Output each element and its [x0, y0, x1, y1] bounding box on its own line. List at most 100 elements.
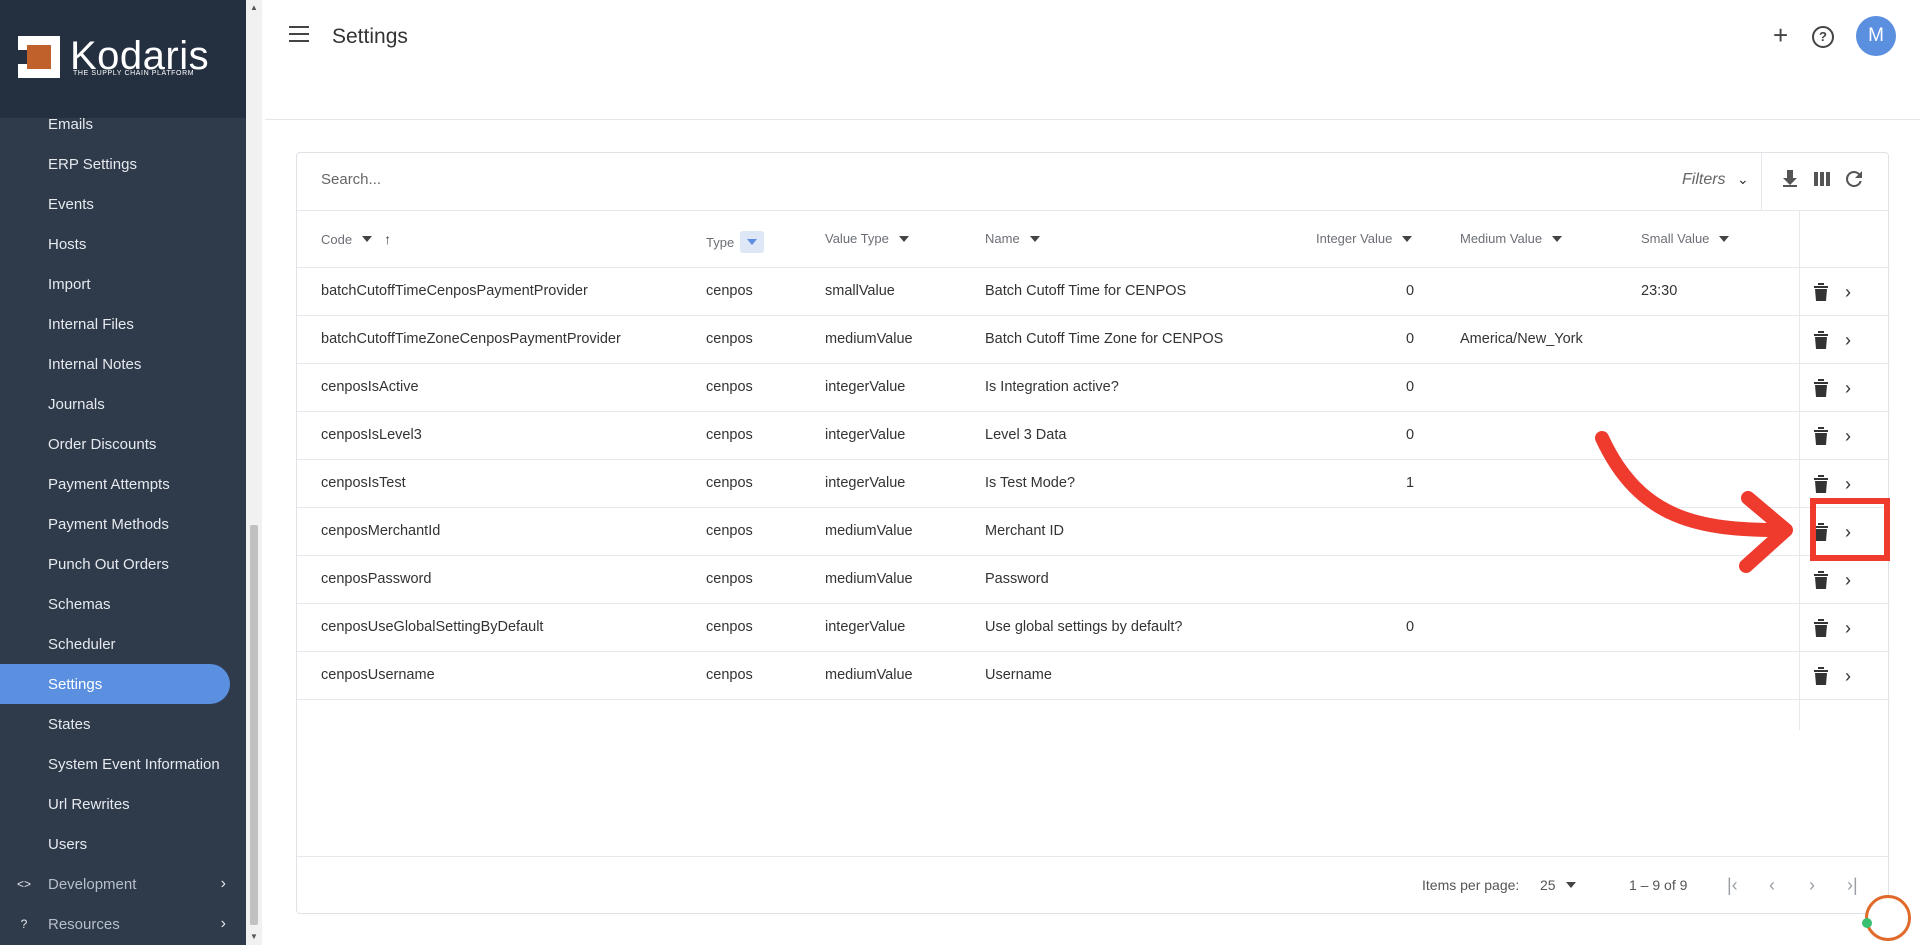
refresh-icon[interactable] — [1842, 167, 1866, 191]
cell-type: cenpos — [706, 475, 753, 491]
delete-icon[interactable] — [1813, 666, 1829, 686]
sidebar-item-import[interactable]: Import — [0, 264, 246, 304]
columns-icon[interactable] — [1810, 167, 1834, 191]
sidebar-item-schemas[interactable]: Schemas — [0, 584, 246, 624]
download-icon[interactable] — [1778, 167, 1802, 191]
cell-name: Merchant ID — [985, 523, 1064, 539]
sidebar-scrollbar[interactable]: ▲ ▼ — [246, 0, 262, 945]
sidebar-item-order-discounts[interactable]: Order Discounts — [0, 424, 246, 464]
sidebar-item-internal-notes[interactable]: Internal Notes — [0, 344, 246, 384]
cell-type: cenpos — [706, 331, 753, 347]
sidebar-item-url-rewrites[interactable]: Url Rewrites — [0, 784, 246, 824]
sidebar-group-development[interactable]: <> Development › — [0, 864, 246, 904]
delete-icon[interactable] — [1813, 474, 1829, 494]
scroll-up-arrow-icon[interactable]: ▲ — [250, 3, 258, 12]
table-row[interactable]: cenposUseGlobalSettingByDefault cenpos int… — [297, 604, 1890, 652]
sidebar-item-punch-out-orders[interactable]: Punch Out Orders — [0, 544, 246, 584]
sort-dropdown-icon — [898, 235, 909, 242]
cell-integer-value: 0 — [1406, 379, 1415, 395]
cell-integer-value: 0 — [1406, 283, 1415, 299]
table-row[interactable]: cenposUsername cenpos mediumValue Username › — [297, 652, 1890, 700]
open-row-chevron-icon[interactable]: › — [1845, 618, 1851, 639]
sidebar-item-system-event-information[interactable]: System Event Information — [0, 744, 246, 784]
scrollbar-thumb[interactable] — [250, 525, 258, 925]
delete-icon[interactable] — [1813, 618, 1829, 638]
table-row[interactable]: batchCutoffTimeZoneCenposPaymentProvider… — [297, 316, 1890, 364]
add-icon[interactable]: + — [1773, 20, 1788, 51]
open-row-chevron-icon[interactable]: › — [1845, 330, 1851, 351]
cell-type: cenpos — [706, 427, 753, 443]
cell-type: cenpos — [706, 667, 753, 683]
sidebar-item-events[interactable]: Events — [0, 184, 246, 224]
cell-code: batchCutoffTimeCenposPaymentProvider — [321, 283, 588, 299]
sort-dropdown-icon — [362, 236, 373, 242]
help-circle-icon: ? — [20, 917, 28, 931]
chevron-down-icon[interactable]: ⌄ — [1737, 171, 1749, 188]
table-row[interactable]: cenposIsActive cenpos integerValue Is Integ… — [297, 364, 1890, 412]
cell-code: cenposIsTest — [321, 475, 406, 491]
previous-page-icon[interactable]: ‹ — [1769, 875, 1775, 896]
first-page-icon[interactable]: |‹ — [1727, 875, 1738, 896]
annotation-highlight-box — [1810, 498, 1890, 561]
column-header-code[interactable]: Code ↑ — [321, 231, 391, 247]
delete-icon[interactable] — [1813, 378, 1829, 398]
search-input[interactable] — [321, 171, 1021, 188]
filters-button[interactable]: Filters — [1682, 171, 1726, 189]
sidebar-item-settings[interactable]: Settings — [0, 664, 230, 704]
sidebar-item-payment-methods[interactable]: Payment Methods — [0, 504, 246, 544]
sidebar-item-internal-files[interactable]: Internal Files — [0, 304, 246, 344]
cell-medium-value: America/New_York — [1460, 331, 1583, 347]
scroll-down-arrow-icon[interactable]: ▼ — [250, 932, 258, 941]
sidebar-item-scheduler[interactable]: Scheduler — [0, 624, 246, 664]
sidebar-item-label: Payment Attempts — [48, 475, 170, 493]
table-row[interactable]: cenposIsTest cenpos integerValue Is Test Mo… — [297, 460, 1890, 508]
brand-logo[interactable]: Kodaris THE SUPPLY CHAIN PLATFORM — [0, 0, 246, 118]
column-header-value-type[interactable]: Value Type — [825, 231, 909, 246]
sidebar-item-erp-settings[interactable]: ERP Settings — [0, 144, 246, 184]
table-row[interactable]: cenposMerchantId cenpos mediumValue Merchan… — [297, 508, 1890, 556]
cell-name: Use global settings by default? — [985, 619, 1183, 635]
sidebar-item-hosts[interactable]: Hosts — [0, 224, 246, 264]
sidebar-group-resources[interactable]: ? Resources › — [0, 904, 246, 944]
column-header-name[interactable]: Name — [985, 231, 1040, 246]
column-header-medium-value[interactable]: Medium Value — [1460, 231, 1563, 246]
sidebar-item-emails[interactable]: Emails — [0, 104, 246, 144]
sidebar-item-users[interactable]: Users — [0, 824, 246, 864]
open-row-chevron-icon[interactable]: › — [1845, 570, 1851, 591]
table-row[interactable]: cenposPassword cenpos mediumValue Password › — [297, 556, 1890, 604]
column-header-small-value[interactable]: Small Value — [1641, 231, 1730, 246]
cell-value-type: integerValue — [825, 379, 906, 395]
sidebar-nav: Emails ERP Settings Events Hosts Import … — [0, 104, 246, 944]
sidebar-item-journals[interactable]: Journals — [0, 384, 246, 424]
paginator: Items per page: 25 1 – 9 of 9 |‹ ‹ › ›| — [297, 856, 1888, 914]
last-page-icon[interactable]: ›| — [1847, 875, 1858, 896]
sidebar-item-payment-attempts[interactable]: Payment Attempts — [0, 464, 246, 504]
table-row[interactable]: cenposIsLevel3 cenpos integerValue Level 3 … — [297, 412, 1890, 460]
delete-icon[interactable] — [1813, 330, 1829, 350]
sidebar-item-states[interactable]: States — [0, 704, 246, 744]
next-page-icon[interactable]: › — [1809, 875, 1815, 896]
delete-icon[interactable] — [1813, 282, 1829, 302]
items-per-page-select[interactable]: 25 — [1540, 877, 1576, 893]
open-row-chevron-icon[interactable]: › — [1845, 378, 1851, 399]
help-icon[interactable]: ? — [1812, 26, 1834, 48]
open-row-chevron-icon[interactable]: › — [1845, 426, 1851, 447]
settings-table: Code ↑ Type Value Type Name Integer Value… — [297, 211, 1890, 730]
column-header-type[interactable]: Type — [706, 231, 765, 253]
cell-code: cenposUseGlobalSettingByDefault — [321, 619, 544, 635]
delete-icon[interactable] — [1813, 570, 1829, 590]
open-row-chevron-icon[interactable]: › — [1845, 666, 1851, 687]
chat-widget-button[interactable] — [1865, 895, 1911, 941]
cell-type: cenpos — [706, 283, 753, 299]
table-row[interactable]: batchCutoffTimeCenposPaymentProvider cenp… — [297, 268, 1890, 316]
open-row-chevron-icon[interactable]: › — [1845, 474, 1851, 495]
sidebar-item-label: Scheduler — [48, 635, 116, 653]
cell-name: Is Integration active? — [985, 379, 1119, 395]
avatar[interactable]: M — [1856, 16, 1896, 56]
cell-type: cenpos — [706, 619, 753, 635]
menu-icon[interactable] — [289, 26, 311, 44]
open-row-chevron-icon[interactable]: › — [1845, 282, 1851, 303]
delete-icon[interactable] — [1813, 426, 1829, 446]
cell-code: cenposIsActive — [321, 379, 419, 395]
column-header-integer-value[interactable]: Integer Value — [1316, 231, 1413, 246]
